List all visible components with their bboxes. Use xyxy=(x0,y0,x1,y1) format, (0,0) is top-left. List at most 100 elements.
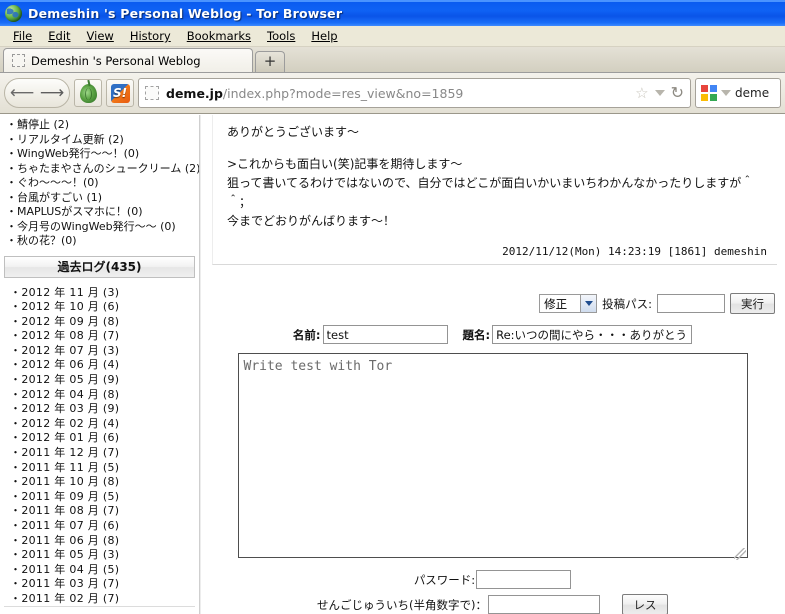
list-item[interactable]: 2012 年 04 月 (8) xyxy=(10,388,199,403)
post-line-4: 今までどおりがんばります〜！ xyxy=(227,214,396,228)
submit-reply-button[interactable]: レス xyxy=(621,594,668,614)
archive-header: 過去ログ(435) xyxy=(4,255,195,278)
edit-controls-row: 修正 投稿パス: 実行 xyxy=(210,293,775,314)
url-path: /index.php?mode=res_view&no=1859 xyxy=(222,85,464,101)
list-item[interactable]: 2011 年 08 月 (7) xyxy=(10,504,199,519)
list-item[interactable]: 鯖停止 (2) xyxy=(6,118,199,133)
list-item[interactable]: 2011 年 07 月 (6) xyxy=(10,519,199,534)
post-meta: 2012/11/12(Mon) 14:23:19 [1861] demeshin xyxy=(502,245,767,258)
arrow-left-icon[interactable]: ⟵ xyxy=(7,79,37,107)
blank-favicon-icon xyxy=(12,54,25,67)
menu-item-tools[interactable]: Tools xyxy=(259,27,303,45)
browser-tab[interactable]: Demeshin 's Personal Weblog xyxy=(3,48,253,72)
subject-input[interactable] xyxy=(492,325,693,344)
reload-icon[interactable]: ↻ xyxy=(671,85,684,101)
menu-file-label: File xyxy=(13,29,33,43)
list-item[interactable]: 2011 年 11 月 (5) xyxy=(10,461,199,476)
sidebar: 鯖停止 (2) リアルタイム更新 (2) WingWeb発行〜〜！(0) ちゃた… xyxy=(0,115,200,614)
captcha-row: せんごじゅういち(半角数字で)： レス xyxy=(210,594,775,614)
post-pass-input[interactable] xyxy=(657,294,725,313)
list-item[interactable]: MAPLUSがスマホに！(0) xyxy=(6,205,199,220)
page-viewport: 鯖停止 (2) リアルタイム更新 (2) WingWeb発行〜〜！(0) ちゃた… xyxy=(0,115,785,614)
menu-view-label: View xyxy=(86,29,114,43)
mode-select[interactable]: 修正 xyxy=(539,294,598,313)
list-item[interactable]: 今月号のWingWeb発行〜〜 (0) xyxy=(6,220,199,235)
mode-select-value: 修正 xyxy=(544,296,568,311)
recent-posts-list: 鯖停止 (2) リアルタイム更新 (2) WingWeb発行〜〜！(0) ちゃた… xyxy=(0,115,199,249)
menu-bar: File Edit View History Bookmarks Tools H… xyxy=(0,26,785,47)
tor-onion-button[interactable] xyxy=(74,79,102,107)
post-line-1: ありがとうございます〜 xyxy=(227,125,360,139)
list-item[interactable]: ちゃたまやさんのシュークリーム (2) xyxy=(6,162,199,177)
menu-item-view[interactable]: View xyxy=(79,27,122,45)
list-item[interactable]: 2011 年 12 月 (7) xyxy=(10,446,199,461)
url-bar[interactable]: deme.jp/index.php?mode=res_view&no=1859 … xyxy=(138,78,691,108)
title-bar: Demeshin 's Personal Weblog - Tor Browse… xyxy=(0,0,785,26)
post-panel: ありがとうございます〜 >これからも面白い(笑)記事を期待します〜 狙って書いて… xyxy=(212,115,777,265)
list-item[interactable]: 2012 年 08 月 (7) xyxy=(10,329,199,344)
list-item[interactable]: 2012 年 09 月 (8) xyxy=(10,315,199,330)
list-item[interactable]: 2012 年 05 月 (9) xyxy=(10,373,199,388)
search-input[interactable]: deme xyxy=(735,86,769,100)
captcha-input[interactable] xyxy=(487,595,600,614)
list-item[interactable]: 秋の花？(0) xyxy=(6,234,199,249)
list-item[interactable]: ぐわ〜〜〜！(0) xyxy=(6,176,199,191)
url-host: deme.jp xyxy=(166,85,223,101)
password-input[interactable] xyxy=(476,570,572,589)
list-item[interactable]: 台風がすごい (1) xyxy=(6,191,199,206)
menu-item-help[interactable]: Help xyxy=(303,27,345,45)
menu-item-file[interactable]: File xyxy=(5,27,40,45)
name-input[interactable] xyxy=(322,325,448,344)
chevron-down-icon xyxy=(580,295,597,312)
site-favicon-icon xyxy=(145,86,159,100)
menu-help-label: Help xyxy=(311,29,338,43)
menu-bookmarks-label: Bookmarks xyxy=(186,29,251,43)
list-item[interactable]: リアルタイム更新 (2) xyxy=(6,133,199,148)
nav-button-group: ⟵ ⟶ xyxy=(4,78,70,108)
name-label: 名前: xyxy=(292,327,321,342)
list-item[interactable]: 2012 年 02 月 (4) xyxy=(10,417,199,432)
list-item[interactable]: 2011 年 05 月 (3) xyxy=(10,548,199,563)
menu-history-label: History xyxy=(129,29,171,43)
main-content: ありがとうございます〜 >これからも面白い(笑)記事を期待します〜 狙って書いて… xyxy=(200,115,785,614)
tab-title: Demeshin 's Personal Weblog xyxy=(31,53,201,68)
archive-month-list: 2012 年 11 月 (3) 2012 年 10 月 (6) 2012 年 0… xyxy=(0,282,199,614)
menu-item-history[interactable]: History xyxy=(122,27,179,45)
execute-button[interactable]: 実行 xyxy=(730,293,775,314)
window-title: Demeshin 's Personal Weblog - Tor Browse… xyxy=(28,5,343,21)
list-item[interactable]: 2012 年 03 月 (9) xyxy=(10,402,199,417)
post-line-2: >これからも面白い(笑)記事を期待します〜 xyxy=(227,157,463,171)
onion-icon xyxy=(79,83,97,103)
noscript-icon: S! xyxy=(110,83,130,103)
menu-tools-label: Tools xyxy=(267,29,296,43)
password-row: パスワード: xyxy=(210,570,775,589)
search-engine-chevron-icon[interactable] xyxy=(721,90,731,96)
list-item[interactable]: 2011 年 06 月 (8) xyxy=(10,534,199,549)
new-tab-button[interactable]: + xyxy=(255,51,285,72)
subject-label: 題名: xyxy=(462,327,491,342)
list-item[interactable]: 2012 年 07 月 (3) xyxy=(10,344,199,359)
menu-item-bookmarks[interactable]: Bookmarks xyxy=(179,27,259,45)
list-item[interactable]: WingWeb発行〜〜！(0) xyxy=(6,147,199,162)
arrow-right-icon[interactable]: ⟶ xyxy=(37,79,67,107)
list-item[interactable]: 2011 年 04 月 (5) xyxy=(10,563,199,578)
list-item[interactable]: 2012 年 01 月 (6) xyxy=(10,431,199,446)
list-item[interactable]: 2012 年 10 月 (6) xyxy=(10,300,199,315)
captcha-label: せんごじゅういち(半角数字で)： xyxy=(317,597,487,612)
menu-item-edit[interactable]: Edit xyxy=(40,27,78,45)
globe-icon xyxy=(5,4,22,22)
post-line-3: 狙って書いてるわけではないので、自分ではどこが面白いかいまいちわかんなかったりし… xyxy=(227,176,754,209)
menu-edit-label: Edit xyxy=(48,29,71,43)
list-item[interactable]: 2011 年 03 月 (7) xyxy=(10,577,199,592)
message-textarea[interactable] xyxy=(237,353,748,558)
search-bar[interactable]: deme xyxy=(695,78,781,108)
chevron-down-icon[interactable] xyxy=(654,90,665,96)
list-item[interactable]: 2011 年 10 月 (8) xyxy=(10,475,199,490)
url-text: deme.jp/index.php?mode=res_view&no=1859 xyxy=(166,86,628,101)
star-icon[interactable]: ☆ xyxy=(635,85,648,101)
noscript-button[interactable]: S! xyxy=(106,79,134,107)
list-item[interactable]: 2012 年 11 月 (3) xyxy=(10,286,199,301)
list-item[interactable]: 2011 年 09 月 (5) xyxy=(10,490,199,505)
list-item[interactable]: 2011 年 02 月 (7) xyxy=(10,592,199,607)
list-item[interactable]: 2012 年 06 月 (4) xyxy=(10,358,199,373)
